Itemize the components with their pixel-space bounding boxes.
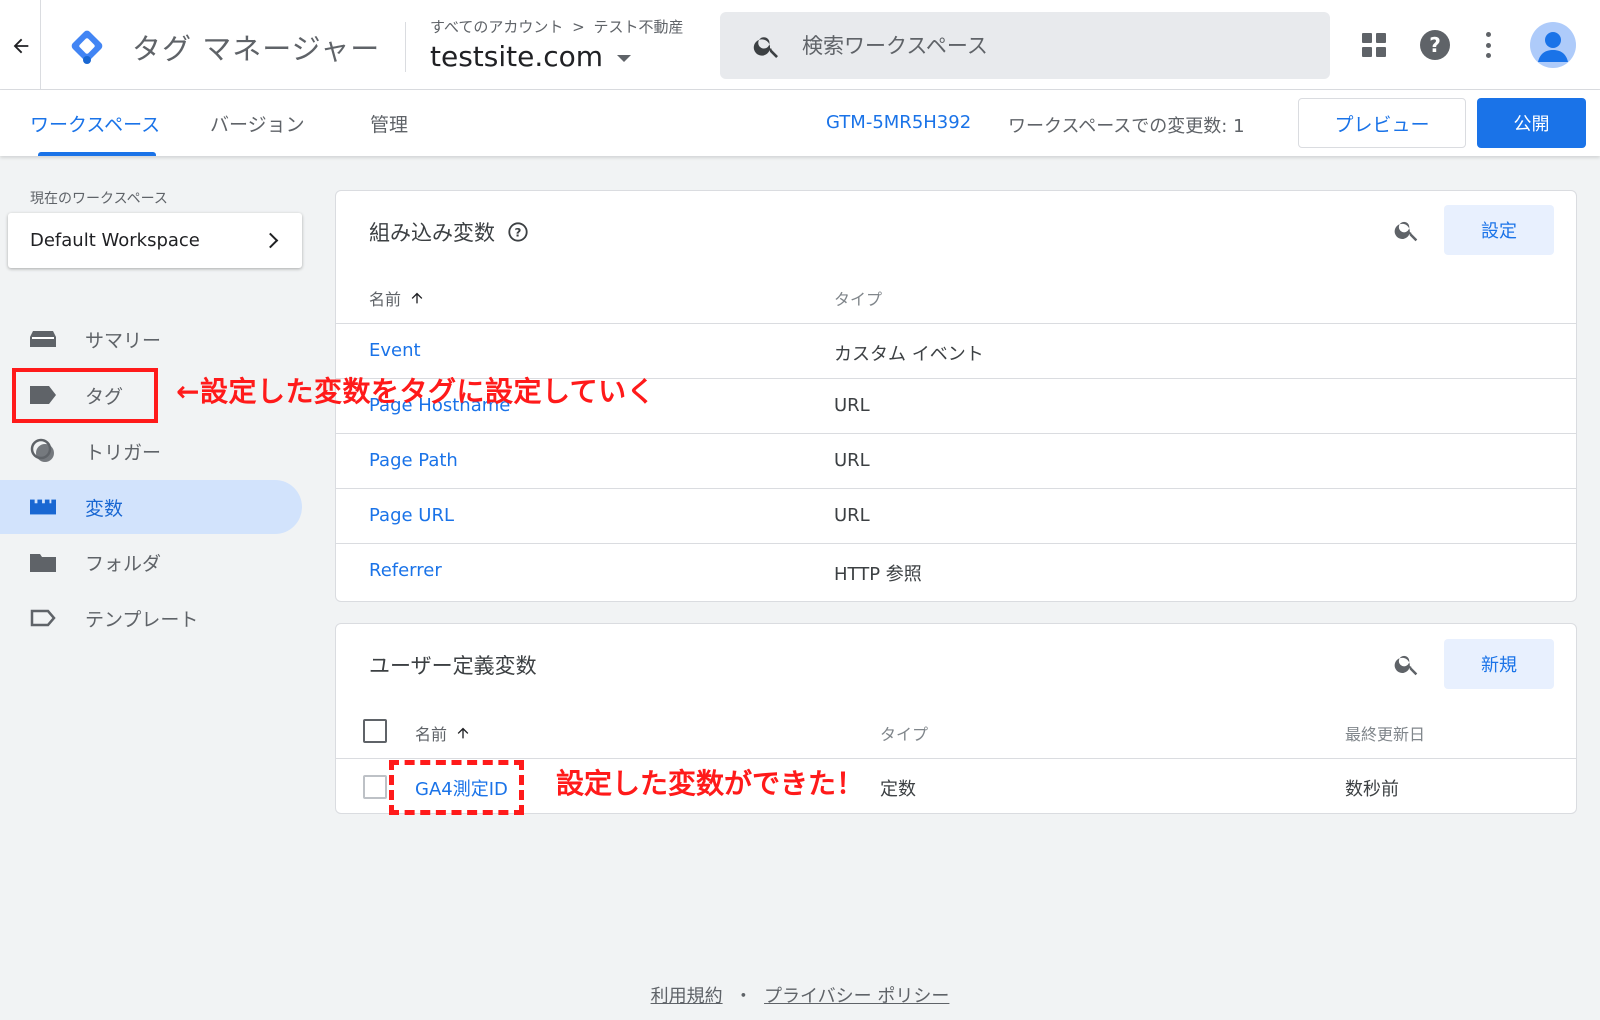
breadcrumb-container[interactable]: テスト不動産: [594, 18, 684, 36]
help-icon[interactable]: ?: [1420, 30, 1450, 60]
terms-link[interactable]: 利用規約: [651, 986, 723, 1007]
header-divider: [40, 0, 41, 90]
breadcrumb-separator: >: [572, 18, 585, 36]
sidebar-item-templates[interactable]: テンプレート: [0, 591, 302, 645]
apps-grid-icon[interactable]: [1362, 33, 1386, 57]
variable-type: カスタム イベント: [834, 344, 984, 365]
column-header-name[interactable]: 名前: [415, 721, 471, 745]
search-icon[interactable]: [1393, 650, 1421, 678]
annotation-text-created: 設定した変数ができた！: [556, 767, 865, 800]
footer: 利用規約 ・ プライバシー ポリシー: [0, 982, 1600, 1008]
table-row[interactable]: Page Path URL: [336, 433, 1576, 488]
workspace-search[interactable]: [720, 12, 1330, 79]
avatar[interactable]: [1530, 22, 1576, 68]
folder-icon: [30, 551, 56, 573]
sidebar-item-folders[interactable]: フォルダ: [0, 535, 302, 589]
publish-button[interactable]: 公開: [1477, 98, 1586, 148]
variable-type: URL: [834, 450, 870, 471]
sidebar-item-label: サマリー: [85, 329, 162, 352]
column-header-label: 名前: [369, 290, 402, 309]
variable-name-link[interactable]: Referrer: [369, 560, 442, 581]
top-app-bar: タグ マネージャー すべてのアカウント > テスト不動産 testsite.co…: [0, 0, 1600, 90]
sidebar-item-label: テンプレート: [85, 608, 199, 631]
variable-type: URL: [834, 505, 870, 526]
configure-button[interactable]: 設定: [1444, 205, 1554, 255]
column-header-label: 名前: [415, 725, 448, 744]
trigger-icon: [30, 438, 56, 462]
annotation-highlight-box: [12, 368, 158, 423]
sidebar-item-triggers[interactable]: トリガー: [0, 424, 302, 478]
variable-last-edited: 数秒前: [1345, 779, 1399, 800]
search-icon[interactable]: [1393, 216, 1421, 244]
variable-type: HTTP 参照: [834, 564, 922, 585]
workspace-changes-count: ワークスペースでの変更数: 1: [1008, 116, 1245, 137]
title-divider: [405, 22, 406, 72]
arrow-up-icon: [411, 292, 423, 304]
select-all-checkbox[interactable]: [363, 719, 387, 743]
active-tab-indicator: [38, 152, 156, 156]
variable-name-link[interactable]: Page URL: [369, 505, 454, 526]
preview-button[interactable]: プレビュー: [1298, 98, 1466, 148]
variable-name-link[interactable]: Page Path: [369, 450, 458, 471]
column-header-type: タイプ: [880, 725, 929, 744]
variable-icon: [30, 496, 56, 518]
container-name: testsite.com: [430, 40, 604, 73]
workspace-name: Default Workspace: [30, 230, 200, 251]
column-header-last-edited: 最終更新日: [1345, 725, 1426, 744]
svg-text:?: ?: [515, 226, 522, 240]
privacy-link[interactable]: プライバシー ポリシー: [764, 986, 949, 1007]
sidebar-item-label: トリガー: [85, 441, 162, 464]
sidebar-item-summary[interactable]: サマリー: [0, 312, 302, 366]
gtm-logo-icon[interactable]: [66, 25, 108, 67]
footer-separator: ・: [734, 986, 753, 1007]
table-row[interactable]: Referrer HTTP 参照: [336, 543, 1576, 598]
sidebar-item-label: フォルダ: [85, 552, 162, 575]
variable-type: URL: [834, 395, 870, 416]
table-row[interactable]: Page URL URL: [336, 488, 1576, 543]
column-header-type: タイプ: [834, 290, 883, 309]
tab-admin[interactable]: 管理: [370, 110, 408, 137]
chevron-right-icon: [262, 232, 279, 249]
current-workspace-label: 現在のワークスペース: [30, 191, 168, 207]
search-input[interactable]: [802, 33, 1302, 58]
more-vert-icon[interactable]: [1485, 32, 1491, 58]
workspace-selector[interactable]: Default Workspace: [8, 213, 302, 268]
summary-icon: [30, 328, 56, 350]
sidebar-item-variables[interactable]: 変数: [0, 480, 302, 534]
variable-type: 定数: [880, 779, 916, 800]
builtin-title-text: 組み込み変数: [369, 221, 495, 245]
tab-workspace[interactable]: ワークスペース: [30, 110, 160, 137]
annotation-dashed-box: [389, 760, 524, 815]
sidebar-item-label: 変数: [85, 497, 124, 520]
sub-navigation: ワークスペース バージョン 管理 GTM-5MR5H392 ワークスペースでの変…: [0, 90, 1600, 156]
help-outline-icon[interactable]: ?: [507, 221, 529, 243]
breadcrumb-account[interactable]: すべてのアカウント: [430, 18, 563, 36]
back-arrow-icon[interactable]: [6, 28, 36, 64]
app-title: タグ マネージャー: [132, 32, 381, 66]
search-icon: [753, 36, 778, 58]
tab-versions[interactable]: バージョン: [210, 110, 305, 137]
breadcrumb[interactable]: すべてのアカウント > テスト不動産: [430, 16, 684, 37]
template-icon: [30, 607, 56, 629]
variable-name-link[interactable]: Event: [369, 340, 421, 361]
row-checkbox[interactable]: [363, 775, 387, 799]
container-id-link[interactable]: GTM-5MR5H392: [826, 112, 971, 133]
builtin-variables-title: 組み込み変数 ?: [369, 217, 529, 247]
new-variable-button[interactable]: 新規: [1444, 639, 1554, 689]
caret-down-icon: [617, 55, 632, 62]
user-defined-variables-title: ユーザー定義変数: [369, 654, 537, 678]
annotation-text-tag: ←設定した変数をタグに設定していく: [176, 375, 656, 408]
arrow-up-icon: [457, 727, 469, 739]
column-header-name[interactable]: 名前: [369, 286, 425, 310]
container-selector[interactable]: testsite.com: [430, 40, 632, 73]
